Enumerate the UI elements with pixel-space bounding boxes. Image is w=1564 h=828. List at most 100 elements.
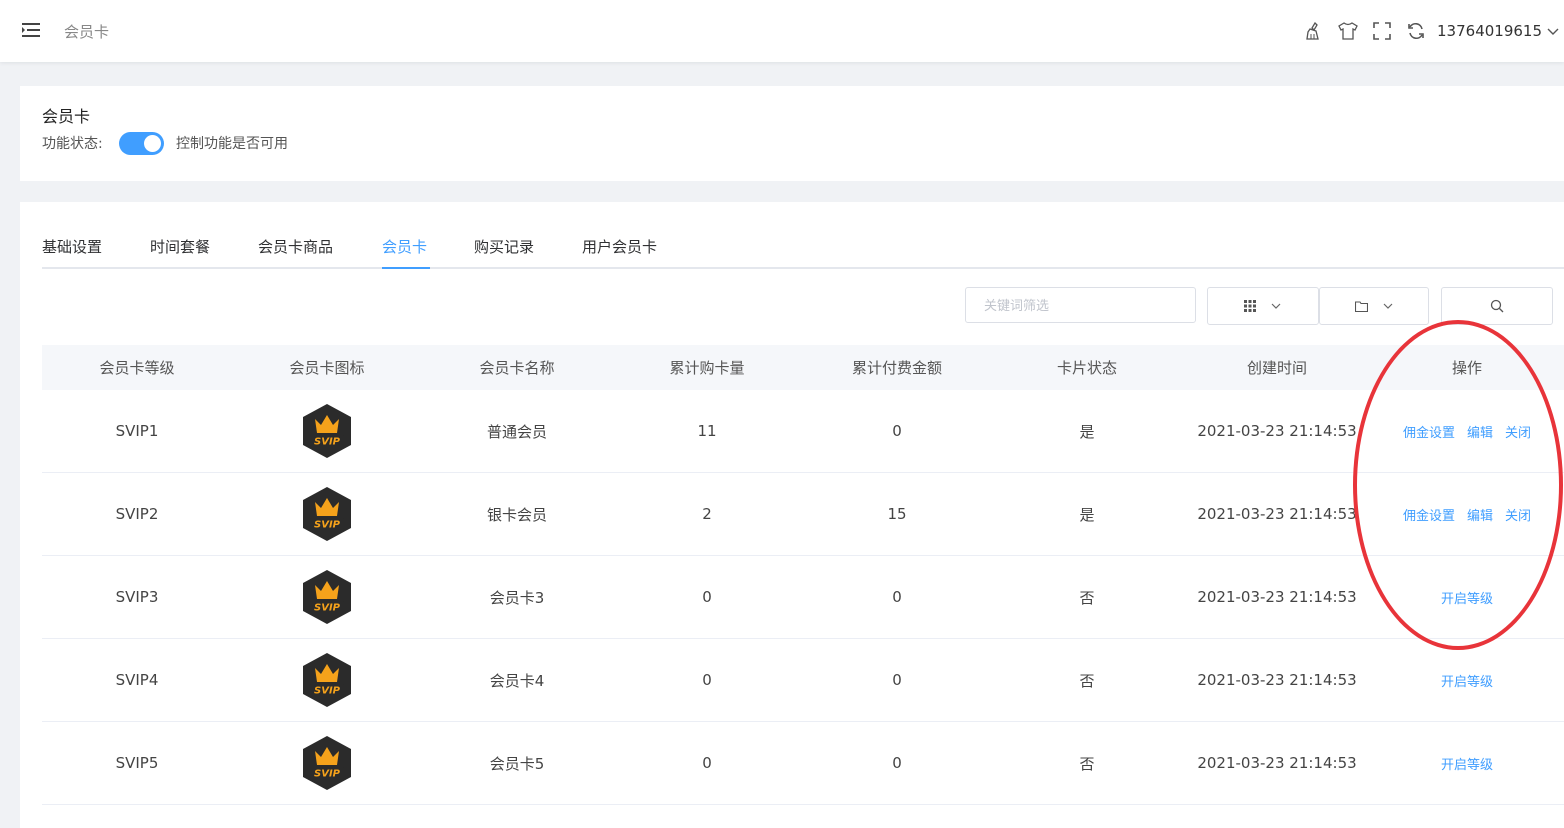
svg-text:SVIP: SVIP xyxy=(314,769,341,780)
top-bar: 会员卡 13764019615 xyxy=(0,0,1564,62)
folder-dropdown[interactable] xyxy=(1319,287,1429,325)
card-level: SVIP1 xyxy=(115,422,159,440)
created-time: 2021-03-23 21:14:53 xyxy=(1197,754,1357,772)
svip-badge-icon: SVIP xyxy=(301,403,353,459)
purchase-count: 0 xyxy=(702,588,712,606)
actions-cell: 佣金设置 编辑 关闭 xyxy=(1372,505,1562,524)
actions-cell: 开启等级 xyxy=(1372,588,1562,607)
enable-level-link[interactable]: 开启等级 xyxy=(1441,671,1493,690)
card-level: SVIP4 xyxy=(115,671,159,689)
svg-text:SVIP: SVIP xyxy=(314,603,341,614)
created-time: 2021-03-23 21:14:53 xyxy=(1197,671,1357,689)
folder-icon xyxy=(1354,300,1368,312)
column-header: 创建时间 xyxy=(1246,359,1307,377)
created-time: 2021-03-23 21:14:53 xyxy=(1197,505,1357,523)
commission-settings-link[interactable]: 佣金设置 xyxy=(1403,422,1455,441)
tab-member-card[interactable]: 会员卡 xyxy=(382,236,427,269)
card-icon-cell: SVIP xyxy=(232,735,422,791)
card-level: SVIP2 xyxy=(115,505,159,523)
chevron-down-icon xyxy=(1383,303,1392,309)
user-menu[interactable]: 13764019615 xyxy=(1437,22,1564,40)
purchase-count: 0 xyxy=(702,754,712,772)
svip-badge-icon: SVIP xyxy=(301,569,353,625)
member-card-table: 会员卡等级 会员卡图标 会员卡名称 累计购卡量 累计付费金额 卡片状态 创建时间… xyxy=(42,345,1564,805)
breadcrumb: 会员卡 xyxy=(64,23,110,41)
card-status: 否 xyxy=(1079,671,1095,690)
close-link[interactable]: 关闭 xyxy=(1505,422,1531,441)
tab-bar: 基础设置 时间套餐 会员卡商品 会员卡 购买记录 用户会员卡 xyxy=(42,226,1564,269)
tab-purchase-records[interactable]: 购买记录 xyxy=(474,236,534,269)
paid-amount: 0 xyxy=(892,754,902,772)
paid-amount: 0 xyxy=(892,588,902,606)
tab-user-cards[interactable]: 用户会员卡 xyxy=(582,236,657,269)
created-time: 2021-03-23 21:14:53 xyxy=(1197,422,1357,440)
tab-card-products[interactable]: 会员卡商品 xyxy=(258,236,333,269)
feature-toggle[interactable] xyxy=(119,132,164,155)
active-tab-indicator xyxy=(382,267,430,269)
enable-level-link[interactable]: 开启等级 xyxy=(1441,754,1493,773)
actions-cell: 佣金设置 编辑 关闭 xyxy=(1372,422,1562,441)
card-name: 普通会员 xyxy=(486,422,547,441)
grid-icon xyxy=(1244,300,1256,312)
user-name: 13764019615 xyxy=(1437,22,1542,40)
purchase-count: 0 xyxy=(702,671,712,689)
card-status: 是 xyxy=(1079,422,1095,441)
column-header: 操作 xyxy=(1451,359,1482,377)
search-icon xyxy=(1490,299,1504,313)
menu-fold-icon[interactable] xyxy=(22,22,40,38)
column-header: 累计购卡量 xyxy=(669,359,745,377)
svg-text:SVIP: SVIP xyxy=(314,437,341,448)
grid-view-dropdown[interactable] xyxy=(1207,287,1319,325)
svg-text:SVIP: SVIP xyxy=(314,520,341,531)
chevron-down-icon xyxy=(1547,28,1559,35)
status-label: 功能状态: xyxy=(42,136,103,152)
toggle-knob xyxy=(144,135,161,152)
paid-amount: 0 xyxy=(892,671,902,689)
enable-level-link[interactable]: 开启等级 xyxy=(1441,588,1493,607)
feature-status-card: 会员卡 功能状态: 控制功能是否可用 xyxy=(20,86,1564,181)
table-body: SVIP1 SVIP 普通会员 11 0 是 2021-03-23 21:14:53 佣金设置… xyxy=(42,390,1564,805)
refresh-icon[interactable] xyxy=(1399,16,1433,46)
broom-icon[interactable] xyxy=(1297,16,1331,46)
keyword-filter-input[interactable] xyxy=(965,287,1196,323)
created-time: 2021-03-23 21:14:53 xyxy=(1197,588,1357,606)
actions-cell: 开启等级 xyxy=(1372,754,1562,773)
main-card: 基础设置 时间套餐 会员卡商品 会员卡 购买记录 用户会员卡 会员卡等级 会员卡… xyxy=(20,202,1564,828)
edit-link[interactable]: 编辑 xyxy=(1467,505,1493,524)
card-name: 会员卡3 xyxy=(489,588,545,607)
card-icon-cell: SVIP xyxy=(232,652,422,708)
edit-link[interactable]: 编辑 xyxy=(1467,422,1493,441)
paid-amount: 15 xyxy=(887,505,907,523)
search-button[interactable] xyxy=(1441,287,1553,325)
card-level: SVIP3 xyxy=(115,588,159,606)
card-icon-cell: SVIP xyxy=(232,486,422,542)
commission-settings-link[interactable]: 佣金设置 xyxy=(1403,505,1455,524)
paid-amount: 0 xyxy=(892,422,902,440)
table-row: SVIP1 SVIP 普通会员 11 0 是 2021-03-23 21:14:53 佣金设置… xyxy=(42,390,1564,473)
close-link[interactable]: 关闭 xyxy=(1505,505,1531,524)
tab-time-package[interactable]: 时间套餐 xyxy=(150,236,210,269)
table-row: SVIP3 SVIP 会员卡3 0 0 否 2021-03-23 21:14:53 开启等级 xyxy=(42,556,1564,639)
card-icon-cell: SVIP xyxy=(232,569,422,625)
tab-basic-settings[interactable]: 基础设置 xyxy=(42,236,102,269)
shirt-icon[interactable] xyxy=(1331,16,1365,46)
status-description: 控制功能是否可用 xyxy=(176,136,288,152)
card-icon-cell: SVIP xyxy=(232,403,422,459)
svip-badge-icon: SVIP xyxy=(301,735,353,791)
header-tools: 13764019615 xyxy=(1297,0,1564,62)
column-header: 累计付费金额 xyxy=(851,359,942,377)
column-header: 会员卡名称 xyxy=(479,359,555,377)
svg-text:SVIP: SVIP xyxy=(314,686,341,697)
svip-badge-icon: SVIP xyxy=(301,486,353,542)
section-title: 会员卡 xyxy=(42,107,91,126)
card-name: 会员卡5 xyxy=(489,754,545,773)
fullscreen-icon[interactable] xyxy=(1365,16,1399,46)
actions-cell: 开启等级 xyxy=(1372,671,1562,690)
card-name: 会员卡4 xyxy=(489,671,545,690)
column-header: 会员卡图标 xyxy=(289,359,365,377)
card-name: 银卡会员 xyxy=(486,505,547,524)
purchase-count: 11 xyxy=(697,422,717,440)
column-header: 会员卡等级 xyxy=(99,359,175,377)
card-status: 否 xyxy=(1079,754,1095,773)
table-row: SVIP4 SVIP 会员卡4 0 0 否 2021-03-23 21:14:53 开启等级 xyxy=(42,639,1564,722)
